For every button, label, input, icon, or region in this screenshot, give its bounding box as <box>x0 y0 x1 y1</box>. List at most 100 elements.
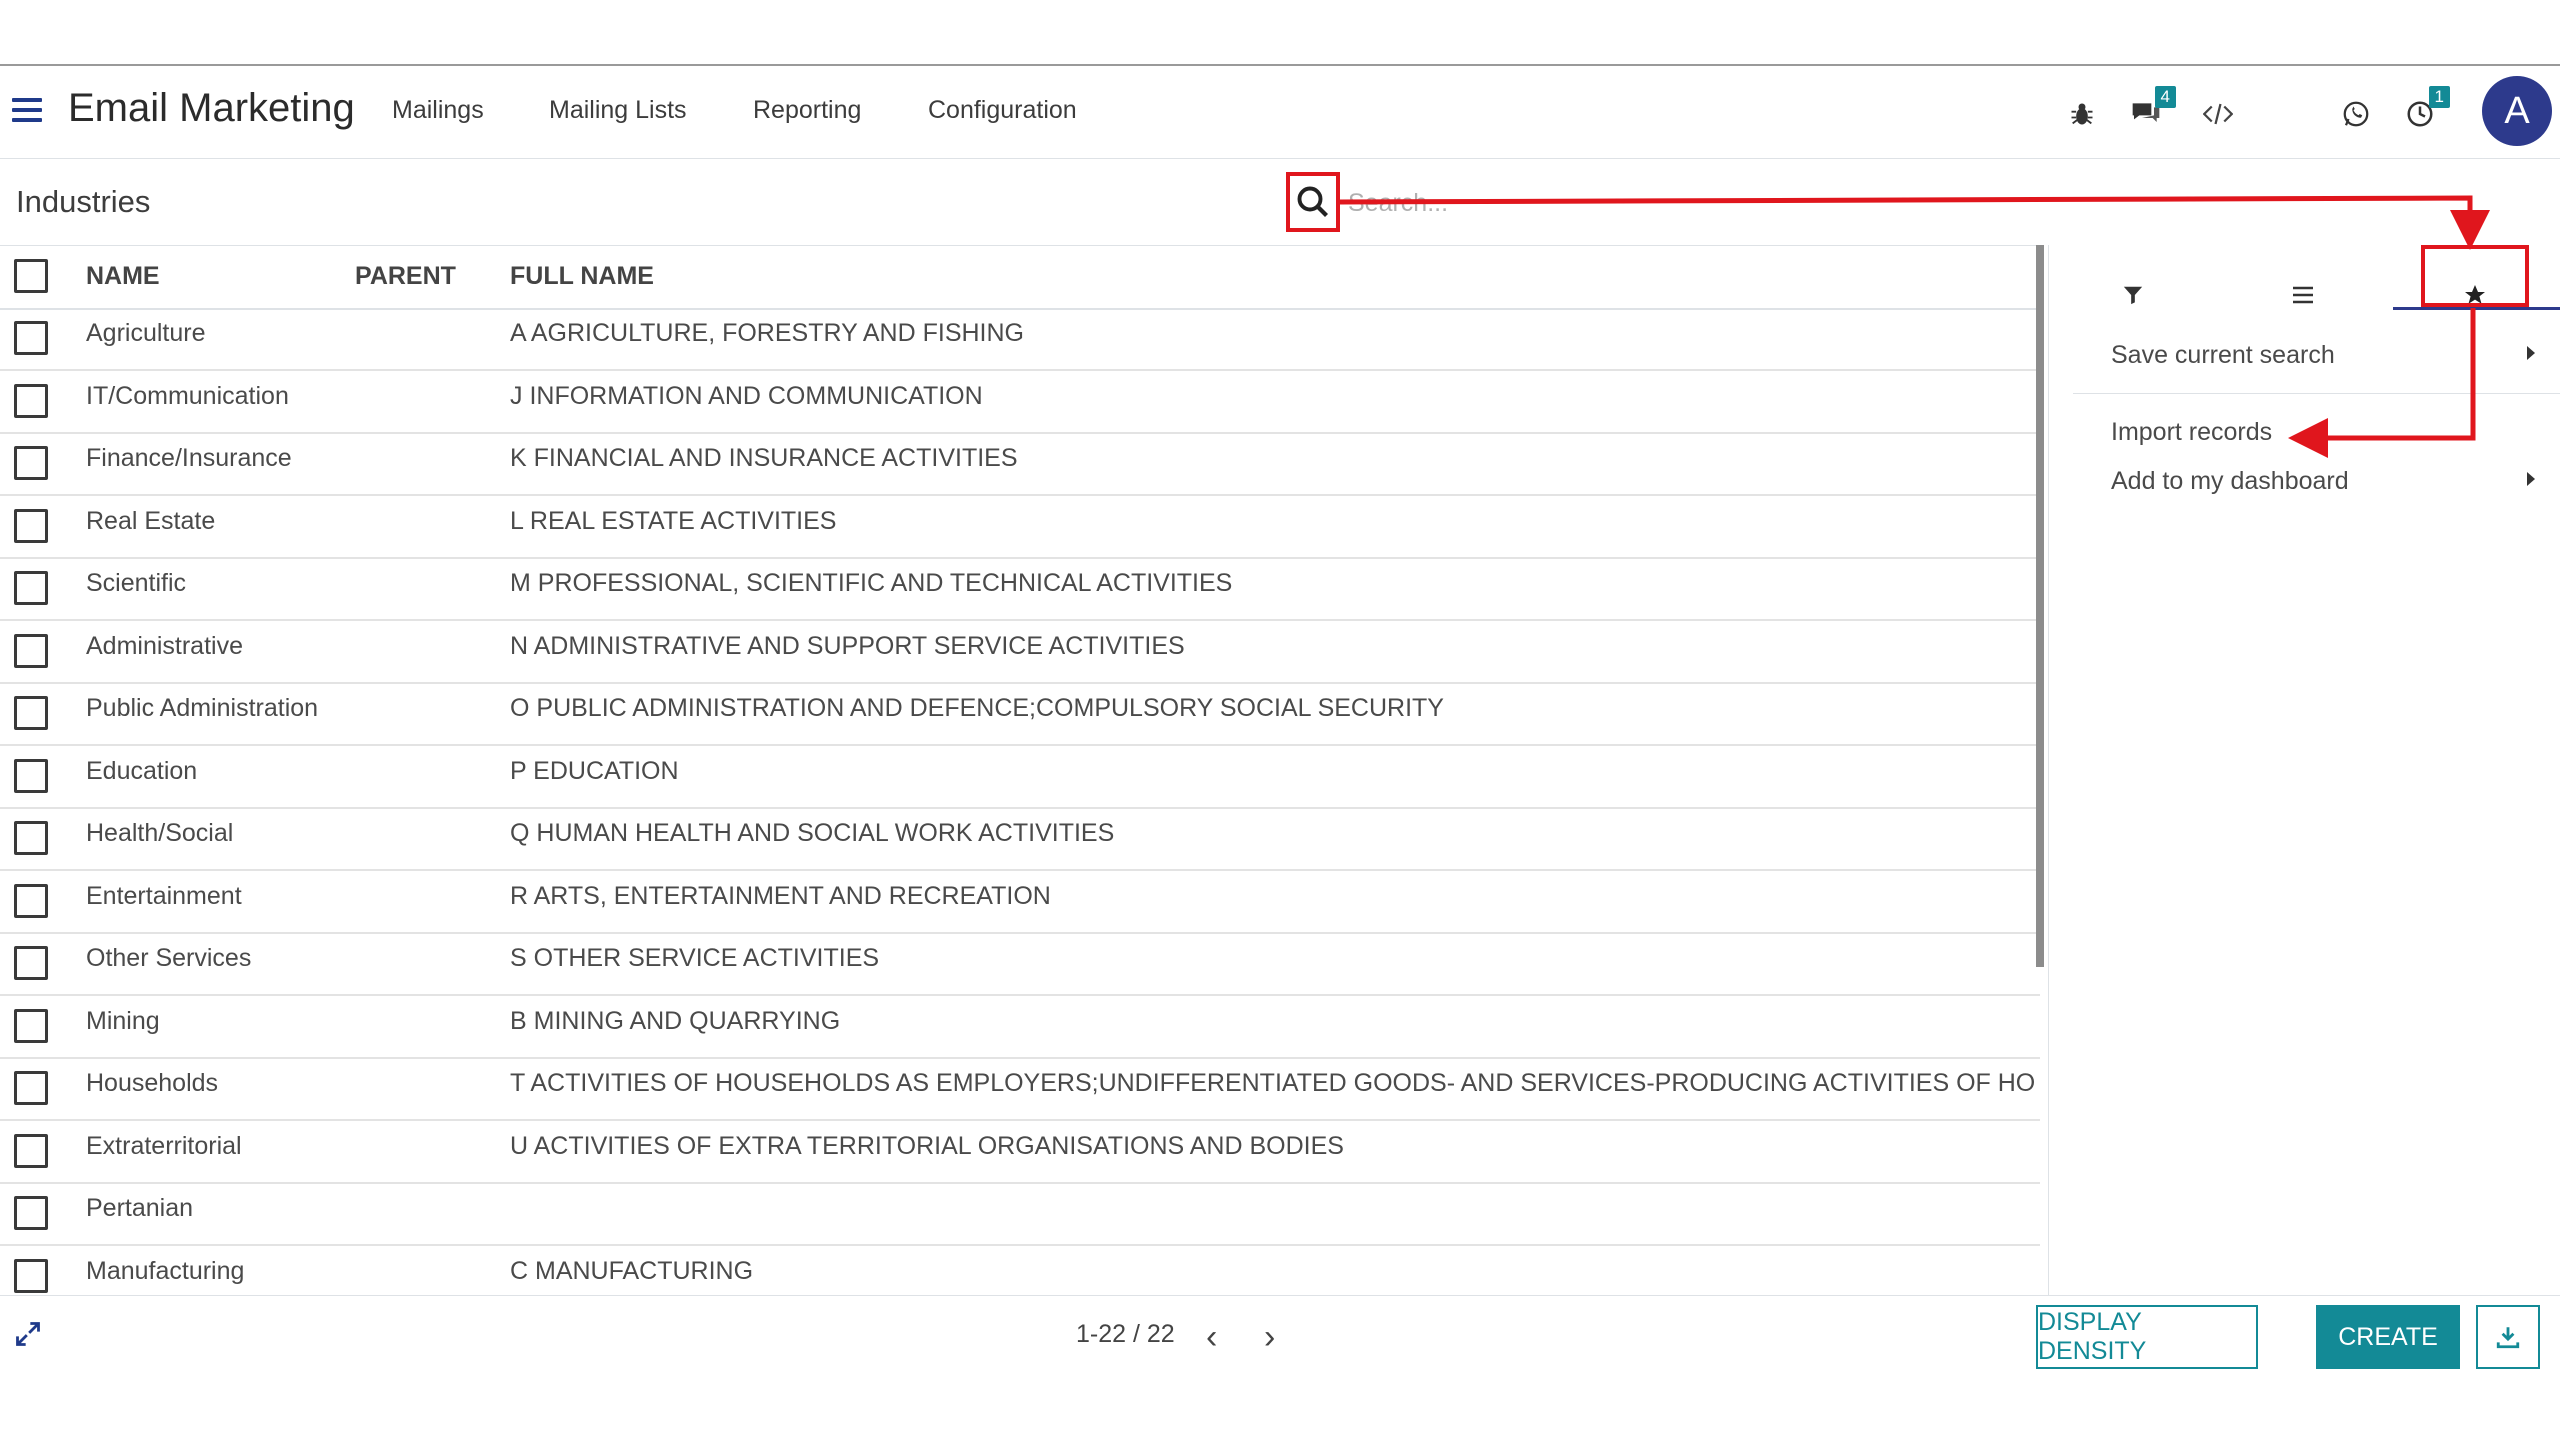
group-by-icon[interactable] <box>2273 275 2333 315</box>
nav-mailing-lists[interactable]: Mailing Lists <box>549 96 687 125</box>
chat-badge: 4 <box>2154 86 2176 108</box>
cell-full-name: R ARTS, ENTERTAINMENT AND RECREATION <box>510 881 1051 910</box>
search-icon[interactable] <box>1286 172 1340 232</box>
cell-name: Public Administration <box>86 694 319 722</box>
row-checkbox[interactable] <box>14 821 48 855</box>
table-row[interactable]: IT/Communication J INFORMATION AND COMMUN… <box>0 370 2040 434</box>
table-row[interactable]: Mining B MINING AND QUARRYING <box>0 995 2040 1059</box>
activity-clock-icon[interactable]: 1 <box>2402 86 2450 132</box>
cell-name: Extraterritorial <box>86 1131 242 1160</box>
cell-full-name: J INFORMATION AND COMMUNICATION <box>510 381 983 410</box>
row-checkbox[interactable] <box>14 758 48 793</box>
cell-full-name: T ACTIVITIES OF HOUSEHOLDS AS EMPLOYERS;… <box>510 1069 2036 1097</box>
cell-full-name: K FINANCIAL AND INSURANCE ACTIVITIES <box>510 444 1018 472</box>
cell-name: IT/Communication <box>86 381 289 410</box>
cell-full-name: S OTHER SERVICE ACTIVITIES <box>510 944 880 972</box>
row-checkbox[interactable] <box>14 1008 48 1043</box>
table-row[interactable]: Extraterritorial U ACTIVITIES OF EXTRA TE… <box>0 1120 2040 1184</box>
search-input[interactable] <box>1346 180 2050 226</box>
caret-right-icon <box>2527 472 2535 486</box>
select-all-checkbox[interactable] <box>14 259 48 293</box>
row-checkbox[interactable] <box>14 446 48 480</box>
activity-badge: 1 <box>2428 86 2450 108</box>
table-row[interactable]: Households T ACTIVITIES OF HOUSEHOLDS AS … <box>0 1057 2040 1121</box>
cell-full-name: L REAL ESTATE ACTIVITIES <box>510 506 837 535</box>
row-checkbox[interactable] <box>14 633 48 668</box>
whatsapp-icon[interactable] <box>2338 96 2374 132</box>
cell-name: Households <box>86 1069 219 1097</box>
pager-value[interactable]: 1-22 / 22 <box>1076 1320 1175 1349</box>
create-button[interactable]: CREATE <box>2316 1305 2460 1369</box>
menu-divider <box>2073 393 2560 394</box>
nav-reporting[interactable]: Reporting <box>753 96 861 125</box>
cell-full-name: C MANUFACTURING <box>510 1256 754 1285</box>
cell-full-name: N ADMINISTRATIVE AND SUPPORT SERVICE ACT… <box>510 631 1185 660</box>
column-header-name[interactable]: NAME <box>86 262 160 291</box>
table-row[interactable]: Public Administration O PUBLIC ADMINISTRA… <box>0 682 2040 746</box>
import-records-item[interactable]: Import records <box>2111 418 2272 447</box>
table-row[interactable]: Pertanian <box>0 1182 2040 1246</box>
hamburger-menu-icon[interactable] <box>12 98 42 124</box>
favorites-highlight-box <box>2421 245 2529 307</box>
row-checkbox[interactable] <box>14 1258 48 1293</box>
active-tab-underline <box>2393 307 2560 310</box>
row-checkbox[interactable] <box>14 321 48 355</box>
column-header-full-name[interactable]: FULL NAME <box>510 262 654 291</box>
display-density-button[interactable]: DISPLAY DENSITY <box>2036 1305 2258 1369</box>
filter-icon[interactable] <box>2103 275 2163 315</box>
cell-name: Education <box>86 756 198 785</box>
table-header: NAME PARENT FULL NAME <box>0 245 2040 310</box>
user-avatar[interactable]: A <box>2482 76 2552 146</box>
cell-name: Entertainment <box>86 881 242 910</box>
row-checkbox[interactable] <box>14 571 48 605</box>
cell-name: Administrative <box>86 631 243 660</box>
pager-previous-icon[interactable]: ‹ <box>1206 1318 1217 1357</box>
add-to-dashboard-item[interactable]: Add to my dashboard <box>2111 467 2349 496</box>
download-icon[interactable] <box>2476 1305 2540 1369</box>
app-title: Email Marketing <box>68 86 355 130</box>
table-row[interactable]: Health/Social Q HUMAN HEALTH AND SOCIAL W… <box>0 807 2040 871</box>
row-checkbox[interactable] <box>14 383 48 418</box>
cell-name: Finance/Insurance <box>86 444 292 472</box>
list-table: NAME PARENT FULL NAME Agriculture A AGRIC… <box>0 245 2040 1295</box>
table-row[interactable]: Administrative N ADMINISTRATIVE AND SUPPO… <box>0 620 2040 684</box>
table-row[interactable]: Manufacturing C MANUFACTURING <box>0 1245 2040 1296</box>
expand-icon[interactable] <box>14 1320 42 1348</box>
cell-name: Health/Social <box>86 819 234 847</box>
column-header-parent[interactable]: PARENT <box>355 262 456 291</box>
table-scrollbar[interactable] <box>2036 245 2044 967</box>
bug-icon[interactable] <box>2064 96 2100 132</box>
cell-name: Manufacturing <box>86 1256 245 1285</box>
cell-name: Real Estate <box>86 506 216 535</box>
cell-full-name: P EDUCATION <box>510 756 679 785</box>
caret-right-icon <box>2527 346 2535 360</box>
code-icon[interactable] <box>2200 96 2236 132</box>
search-options-panel: Save current search Import records Add t… <box>2048 245 2560 1295</box>
table-row[interactable]: Finance/Insurance K FINANCIAL AND INSURAN… <box>0 432 2040 496</box>
table-row[interactable]: Entertainment R ARTS, ENTERTAINMENT AND R… <box>0 870 2040 934</box>
row-checkbox[interactable] <box>14 508 48 543</box>
table-row[interactable]: Agriculture A AGRICULTURE, FORESTRY AND F… <box>0 307 2040 371</box>
row-checkbox[interactable] <box>14 946 48 980</box>
row-checkbox[interactable] <box>14 1071 48 1105</box>
table-row[interactable]: Other Services S OTHER SERVICE ACTIVITIES <box>0 932 2040 996</box>
cell-full-name: Q HUMAN HEALTH AND SOCIAL WORK ACTIVITIE… <box>510 819 1115 847</box>
pager-next-icon[interactable]: › <box>1264 1318 1275 1357</box>
row-checkbox[interactable] <box>14 883 48 918</box>
breadcrumb: Industries <box>16 184 151 219</box>
table-row[interactable]: Scientific M PROFESSIONAL, SCIENTIFIC AND… <box>0 557 2040 621</box>
chat-icon[interactable]: 4 <box>2128 86 2176 132</box>
nav-configuration[interactable]: Configuration <box>928 96 1077 125</box>
table-row[interactable]: Real Estate L REAL ESTATE ACTIVITIES <box>0 495 2040 559</box>
row-checkbox[interactable] <box>14 1196 48 1230</box>
cell-full-name: M PROFESSIONAL, SCIENTIFIC AND TECHNICAL… <box>510 569 1233 597</box>
row-checkbox[interactable] <box>14 1133 48 1168</box>
cell-full-name: B MINING AND QUARRYING <box>510 1006 841 1035</box>
save-current-search-item[interactable]: Save current search <box>2111 341 2335 370</box>
table-row[interactable]: Education P EDUCATION <box>0 745 2040 809</box>
nav-mailings[interactable]: Mailings <box>392 96 484 125</box>
cell-full-name: U ACTIVITIES OF EXTRA TERRITORIAL ORGANI… <box>510 1131 1344 1160</box>
cell-name: Scientific <box>86 569 187 597</box>
row-checkbox[interactable] <box>14 696 48 730</box>
cell-name: Mining <box>86 1006 160 1035</box>
